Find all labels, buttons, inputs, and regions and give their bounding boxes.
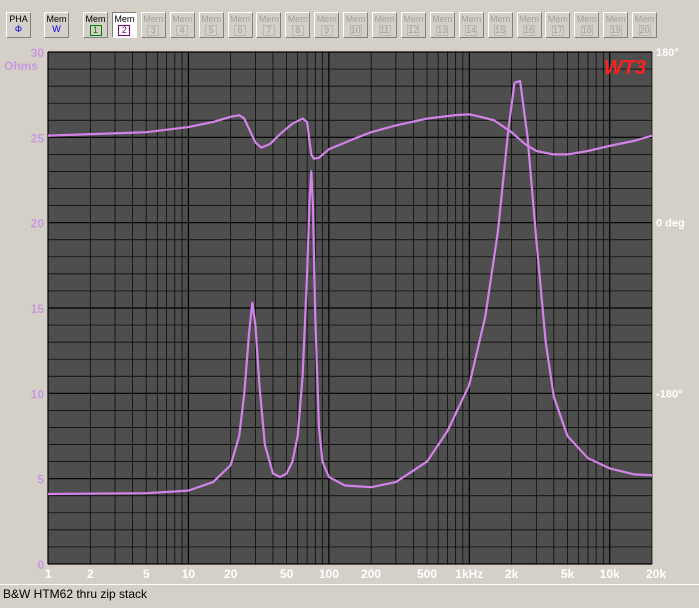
- mem-w-button-label: Mem: [46, 14, 67, 24]
- y-tick-label: 20: [31, 217, 45, 231]
- toolbar: PHA Φ Mem W Mem 1 Mem 2 Mem 3 Mem 4 Mem 5 Mem 6 Mem 7…: [0, 0, 699, 44]
- mem-slot-button-18[interactable]: Mem 18: [574, 12, 600, 38]
- mem-slot-number: 11: [378, 25, 391, 36]
- x-tick-label: 20: [224, 567, 238, 581]
- mem-slot-number: 6: [234, 25, 246, 36]
- right-tick-label: -180°: [656, 388, 682, 400]
- y-tick-label: 15: [31, 302, 45, 316]
- mem-slot-number: 17: [551, 25, 564, 36]
- mem-slot-label: Mem: [403, 14, 424, 24]
- x-tick-label: 200: [361, 567, 381, 581]
- x-tick-label: 500: [417, 567, 437, 581]
- phase-button-label: PHA: [9, 14, 28, 24]
- mem-slot-button-3[interactable]: Mem 3: [140, 12, 166, 38]
- mem-slot-button-13[interactable]: Mem 13: [429, 12, 455, 38]
- right-axis: 180° 0 deg -180°: [656, 47, 685, 400]
- mem-slot-button-4[interactable]: Mem 4: [169, 12, 195, 38]
- mem-slot-number: 9: [320, 25, 333, 36]
- x-tick-label: 50: [280, 567, 294, 581]
- mem-slot-label: Mem: [432, 14, 453, 24]
- mem-slot-number: 19: [609, 25, 622, 36]
- left-axis: 0 5 10 15 20 25 30: [31, 46, 45, 572]
- mem-slot-label: Mem: [114, 14, 135, 24]
- mem-slot-label: Mem: [345, 14, 366, 24]
- x-tick-label: 1: [45, 567, 52, 581]
- mem-slot-button-10[interactable]: Mem 10: [343, 12, 369, 38]
- mem-slot-number: 18: [580, 25, 593, 36]
- mem-slot-label: Mem: [287, 14, 308, 24]
- mem-slot-button-7[interactable]: Mem 7: [256, 12, 282, 38]
- mem-slot-button-5[interactable]: Mem 5: [198, 12, 224, 38]
- x-axis: 1 2 5 10 20 50 100 200 500 1kHz 2k 5k 10k 20k: [45, 567, 666, 581]
- impedance-chart: 0 5 10 15 20 25 30 180° 0 deg -180° 1 2 5 10 20 50 100…: [0, 44, 699, 584]
- mem-slot-label: Mem: [374, 14, 395, 24]
- y-tick-label: 5: [37, 473, 44, 487]
- mem-slot-number: 5: [205, 25, 218, 36]
- mem-slot-number: 4: [176, 25, 189, 36]
- mem-slot-label: Mem: [201, 14, 222, 24]
- mem-w-sublabel: W: [52, 24, 61, 34]
- mem-slot-label: Mem: [258, 14, 279, 24]
- mem-slot-number: 13: [436, 25, 449, 36]
- x-tick-label: 10: [182, 567, 196, 581]
- mem-slot-number: 3: [147, 25, 160, 36]
- x-tick-label: 10k: [600, 567, 620, 581]
- y-tick-label: 25: [31, 131, 45, 145]
- mem-slot-label: Mem: [605, 14, 626, 24]
- x-tick-label: 5k: [561, 567, 575, 581]
- mem-slot-label: Mem: [143, 14, 164, 24]
- x-tick-label: 20k: [646, 567, 666, 581]
- y-tick-label: 30: [31, 46, 45, 60]
- mem-slot-button-17[interactable]: Mem 17: [545, 12, 571, 38]
- mem-slot-number: 8: [291, 25, 304, 36]
- x-tick-label: 2k: [505, 567, 519, 581]
- y-tick-label: 0: [37, 558, 44, 572]
- mem-slot-number: 12: [407, 25, 420, 36]
- mem-w-button[interactable]: Mem W: [44, 12, 69, 38]
- mem-slot-label: Mem: [172, 14, 193, 24]
- mem-slot-label: Mem: [519, 14, 539, 24]
- mem-slot-number: 20: [638, 25, 651, 36]
- mem-slot-button-11[interactable]: Mem 11: [372, 12, 397, 38]
- mem-slot-button-16[interactable]: Mem 16: [516, 12, 542, 38]
- mem-slot-label: Mem: [634, 14, 655, 24]
- mem-slot-button-2[interactable]: Mem 2: [111, 12, 137, 38]
- y-tick-label: 10: [31, 387, 45, 401]
- mem-slot-label: Mem: [490, 14, 511, 24]
- mem-slot-number: 7: [262, 25, 275, 36]
- mem-slot-number: 2: [118, 25, 131, 36]
- mem-slot-button-12[interactable]: Mem 12: [400, 12, 426, 38]
- mem-slot-label: Mem: [85, 14, 106, 24]
- mem-slot-button-19[interactable]: Mem 19: [603, 12, 629, 38]
- mem-slot-label: Mem: [316, 14, 337, 24]
- mem-slot-label: Mem: [461, 14, 482, 24]
- mem-slot-button-15[interactable]: Mem 15: [487, 12, 513, 38]
- mem-slot-button-1[interactable]: Mem 1: [83, 12, 108, 38]
- right-tick-label: 180°: [656, 47, 679, 59]
- x-tick-label: 2: [87, 567, 94, 581]
- mem-slot-button-9[interactable]: Mem 9: [314, 12, 340, 38]
- phase-button[interactable]: PHA Φ: [6, 12, 31, 38]
- wt3-logo: WT3: [604, 57, 646, 79]
- mem-slot-number: 14: [465, 25, 478, 36]
- mem-slot-number: 15: [494, 25, 507, 36]
- x-tick-label: 5: [143, 567, 150, 581]
- mem-slot-number: 1: [89, 25, 102, 36]
- mem-slot-number: 16: [522, 25, 535, 36]
- mem-slot-number: 10: [349, 25, 362, 36]
- mem-slot-button-14[interactable]: Mem 14: [458, 12, 484, 38]
- mem-slot-button-20[interactable]: Mem 20: [632, 12, 658, 38]
- mem-slot-label: Mem: [576, 14, 597, 24]
- mem-slot-label: Mem: [230, 14, 250, 24]
- mem-slot-button-8[interactable]: Mem 8: [285, 12, 311, 38]
- mem-slot-label: Mem: [547, 14, 568, 24]
- x-tick-label: 100: [319, 567, 339, 581]
- chart-svg: 051015202530 180°0 deg-180° 1 2 5 10 20 50 100…: [4, 46, 685, 581]
- x-tick-label: 1kHz: [455, 567, 483, 581]
- phase-icon: Φ: [14, 24, 23, 34]
- mem-slot-button-6[interactable]: Mem 6: [227, 12, 253, 38]
- right-tick-label: 0 deg: [656, 218, 685, 230]
- caption: B&W HTM62 thru zip stack: [3, 587, 148, 601]
- y-axis-title: Ohms: [4, 59, 38, 73]
